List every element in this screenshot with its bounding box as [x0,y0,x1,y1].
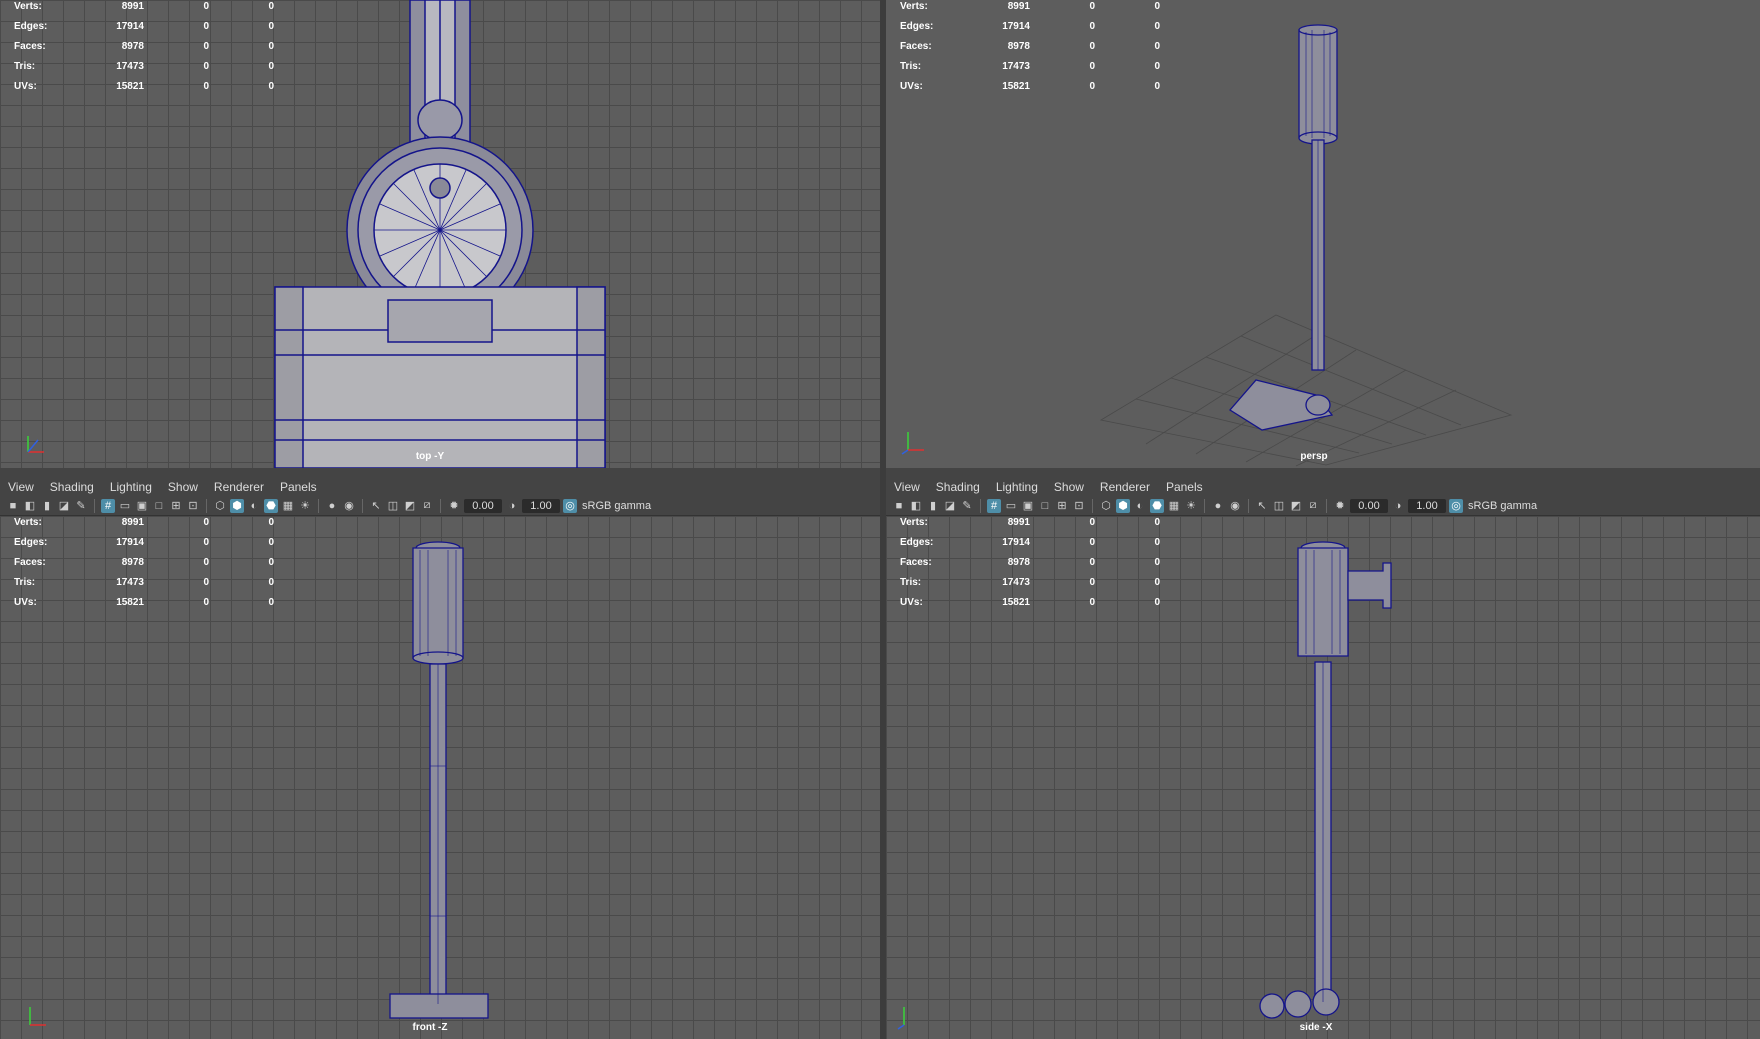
camera-attributes-icon[interactable]: ◧ [909,499,923,513]
field-chart-icon[interactable]: ⊞ [1055,499,1069,513]
image-plane-icon[interactable]: ◪ [57,499,71,513]
axis-gizmo-icon [29,1007,46,1026]
bookmark-icon[interactable]: ▮ [926,499,940,513]
wireframe-icon[interactable]: ⬡ [213,499,227,513]
color-space-label[interactable]: sRGB gamma [582,500,651,512]
menu-lighting[interactable]: Lighting [988,480,1046,494]
menu-show[interactable]: Show [1046,480,1092,494]
gate-mask-icon[interactable]: □ [152,499,166,513]
menu-view[interactable]: View [0,480,42,494]
viewport-persp[interactable]: Verts: 8991 0 0 Edges: 17914 0 0 Faces: 8978 0 0 … [886,0,1760,468]
gamma-field[interactable]: 1.00 [522,498,560,513]
vacuum-persp-wireframe [1099,24,1513,467]
grid-icon[interactable]: # [101,498,115,513]
gamma-field[interactable]: 1.00 [1408,498,1446,513]
safe-action-icon[interactable]: ⊡ [186,499,200,513]
exposure-icon[interactable]: ✹ [1333,499,1347,513]
viewport-top[interactable]: Verts: 8991 0 0 Edges: 17914 0 0 Faces: 8978 0 0 … [0,0,880,468]
camera-icon[interactable]: ■ [6,499,20,513]
xray-icon[interactable]: ◫ [1272,499,1286,513]
vacuum-top-wireframe [274,0,606,468]
lights-icon[interactable]: ☀ [298,499,312,513]
shadows-icon[interactable]: ● [1211,499,1225,513]
resolution-gate-icon[interactable]: ▣ [135,499,149,513]
isolate-select-icon[interactable]: ↖ [369,499,383,513]
field-chart-icon[interactable]: ⊞ [169,499,183,513]
resolution-gate-icon[interactable]: ▣ [1021,499,1035,513]
vacuum-front-wireframe [389,541,489,1019]
color-space-label[interactable]: sRGB gamma [1468,500,1537,512]
backface-icon[interactable]: ⧄ [420,499,434,513]
ambient-occlusion-icon[interactable]: ◉ [1228,499,1242,513]
menu-panels[interactable]: Panels [1158,480,1211,494]
camera-label: side -X [1299,1022,1333,1033]
menu-renderer[interactable]: Renderer [1092,480,1158,494]
menu-renderer[interactable]: Renderer [206,480,272,494]
menu-panels[interactable]: Panels [272,480,325,494]
wireframe-icon[interactable]: ⬡ [1099,499,1113,513]
smooth-shade-icon[interactable]: ⬢ [1116,498,1130,513]
panel-toolbar-side: ■ ◧ ▮ ◪ ✎ # ▭ ▣ □ ⊞ ⊡ ⬡ ⬢ ◐ ⬣ ▦ ☀ ● ◉ ↖ … [886,496,1760,516]
camera-label: top -Y [415,451,445,462]
exposure-field[interactable]: 0.00 [464,498,502,513]
film-gate-icon[interactable]: ▭ [118,499,132,513]
gamma-icon[interactable]: ◑ [1391,499,1405,513]
menu-lighting[interactable]: Lighting [102,480,160,494]
vacuum-side-wireframe [1259,541,1392,1019]
panel-menubar-front: View Shading Lighting Show Renderer Pane… [0,478,880,496]
menu-shading[interactable]: Shading [928,480,988,494]
color-management-icon[interactable]: ◎ [563,498,577,513]
viewport-front[interactable]: Verts: 8991 0 0 Edges: 17914 0 0 Faces: 8978 0 0 … [0,516,880,1039]
wireframe-on-shaded-icon[interactable]: ⬣ [264,498,278,513]
axis-gizmo-icon [901,432,924,455]
default-material-icon[interactable]: ◐ [1133,499,1147,513]
smooth-shade-icon[interactable]: ⬢ [230,498,244,513]
camera-label: persp [1300,451,1328,462]
backface-icon[interactable]: ⧄ [1306,499,1320,513]
xray-joints-icon[interactable]: ◩ [1289,499,1303,513]
textured-icon[interactable]: ▦ [281,499,295,513]
exposure-field[interactable]: 0.00 [1350,498,1388,513]
ambient-occlusion-icon[interactable]: ◉ [342,499,356,513]
color-management-icon[interactable]: ◎ [1449,498,1463,513]
xray-joints-icon[interactable]: ◩ [403,499,417,513]
grid-icon[interactable]: # [987,498,1001,513]
panel-toolbar-front: ■ ◧ ▮ ◪ ✎ # ▭ ▣ □ ⊞ ⊡ ⬡ ⬢ ◐ ⬣ ▦ ☀ ● ◉ ↖ … [0,496,880,516]
camera-label: front -Z [412,1022,448,1033]
camera-icon[interactable]: ■ [892,499,906,513]
vertical-panel-divider[interactable] [880,0,886,1039]
isolate-select-icon[interactable]: ↖ [1255,499,1269,513]
axis-gizmo-icon [897,1007,905,1030]
camera-attributes-icon[interactable]: ◧ [23,499,37,513]
bookmark-icon[interactable]: ▮ [40,499,54,513]
gate-mask-icon[interactable]: □ [1038,499,1052,513]
exposure-icon[interactable]: ✹ [447,499,461,513]
panel-menubar-side: View Shading Lighting Show Renderer Pane… [886,478,1760,496]
image-plane-icon[interactable]: ◪ [943,499,957,513]
2d-pan-icon[interactable]: ✎ [74,499,88,513]
xray-icon[interactable]: ◫ [386,499,400,513]
textured-icon[interactable]: ▦ [1167,499,1181,513]
2d-pan-icon[interactable]: ✎ [960,499,974,513]
menu-view[interactable]: View [886,480,928,494]
wireframe-on-shaded-icon[interactable]: ⬣ [1150,498,1164,513]
gamma-icon[interactable]: ◑ [505,499,519,513]
default-material-icon[interactable]: ◐ [247,499,261,513]
axis-gizmo-icon [27,436,44,453]
shadows-icon[interactable]: ● [325,499,339,513]
menu-show[interactable]: Show [160,480,206,494]
viewport-side[interactable]: Verts: 8991 0 0 Edges: 17914 0 0 Faces: 8978 0 0 … [886,516,1760,1039]
menu-shading[interactable]: Shading [42,480,102,494]
film-gate-icon[interactable]: ▭ [1004,499,1018,513]
safe-action-icon[interactable]: ⊡ [1072,499,1086,513]
lights-icon[interactable]: ☀ [1184,499,1198,513]
